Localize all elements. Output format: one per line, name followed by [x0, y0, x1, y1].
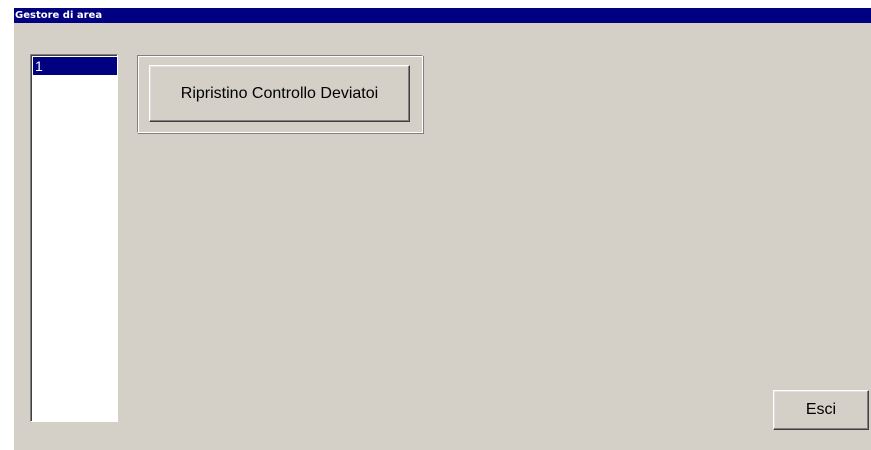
area-manager-window: Gestore di area 1 Ripristino Controllo D… [14, 8, 871, 450]
area-listbox[interactable]: 1 [30, 54, 118, 422]
window-title: Gestore di area [14, 8, 871, 23]
exit-button[interactable]: Esci [773, 390, 869, 430]
restore-switch-control-button[interactable]: Ripristino Controllo Deviatoi [149, 65, 410, 122]
list-item-selected[interactable]: 1 [33, 57, 117, 75]
